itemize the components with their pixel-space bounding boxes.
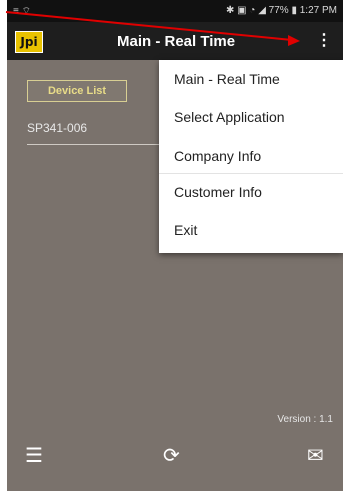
device-list-button[interactable]: Device List [27,80,127,102]
annotation-arrow [5,11,300,46]
list-item[interactable]: SP341-006 [27,121,87,135]
overflow-menu: Main - Real Time Select Application Comp… [159,60,343,253]
refresh-icon[interactable]: ⟳ [163,446,180,466]
list-icon[interactable]: ☰ [25,446,43,466]
bottom-nav: ☰ ⟳ ✉ [7,434,343,491]
version-label: Version : 1.1 [277,414,333,425]
menu-item-select-application[interactable]: Select Application [159,98,343,136]
arrow-line [5,11,293,41]
menu-item-company-info[interactable]: Company Info [159,137,343,175]
mail-icon[interactable]: ✉ [307,446,324,466]
menu-item-exit[interactable]: Exit [159,211,343,249]
menu-item-customer-info[interactable]: Customer Info [159,173,343,211]
arrow-head [288,35,300,46]
